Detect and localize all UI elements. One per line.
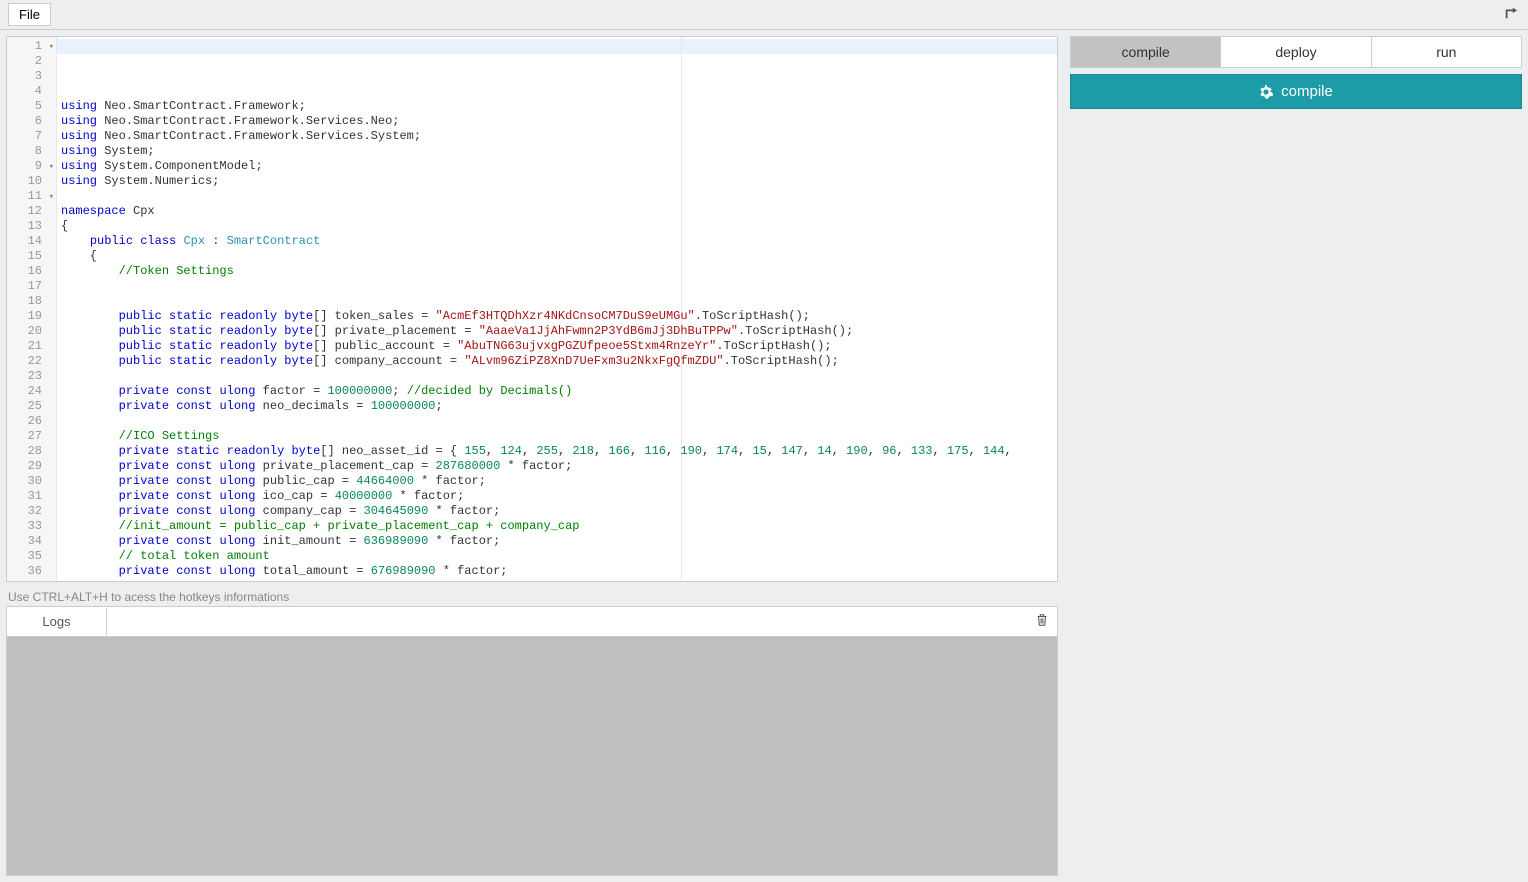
line-number: 24 [7, 384, 56, 399]
line-number: 25 [7, 399, 56, 414]
tab-compile[interactable]: compile [1070, 36, 1221, 68]
code-line[interactable]: private const ulong factor = 100000000; … [61, 384, 1053, 399]
line-number: 16 [7, 264, 56, 279]
code-line[interactable] [61, 189, 1053, 204]
fold-icon[interactable]: ▾ [49, 160, 54, 175]
code-line[interactable]: namespace Cpx [61, 204, 1053, 219]
share-icon[interactable] [1504, 6, 1518, 23]
code-line[interactable]: using System.Numerics; [61, 174, 1053, 189]
code-line[interactable]: using Neo.SmartContract.Framework.Servic… [61, 129, 1053, 144]
code-line[interactable]: private static readonly byte[] neo_asset… [61, 444, 1053, 459]
line-number: 19 [7, 309, 56, 324]
code-line[interactable]: private const ulong private_placement_ca… [61, 459, 1053, 474]
line-number: 21 [7, 339, 56, 354]
tab-deploy[interactable]: deploy [1221, 36, 1371, 68]
right-column: compile deploy run compile [1064, 30, 1528, 882]
code-line[interactable]: public static readonly byte[] public_acc… [61, 339, 1053, 354]
line-number: 22 [7, 354, 56, 369]
logs-panel: Logs [6, 606, 1058, 876]
code-line[interactable]: using System.ComponentModel; [61, 159, 1053, 174]
action-tabs: compile deploy run [1070, 36, 1522, 74]
code-line[interactable]: private const ulong neo_decimals = 10000… [61, 399, 1053, 414]
line-number: 23 [7, 369, 56, 384]
code-line[interactable] [61, 294, 1053, 309]
code-line[interactable]: { [61, 249, 1053, 264]
line-number: 28 [7, 444, 56, 459]
code-line[interactable]: // total token amount [61, 549, 1053, 564]
gear-icon [1259, 85, 1273, 99]
line-number: 30 [7, 474, 56, 489]
line-number: 14 [7, 234, 56, 249]
code-line[interactable]: public class Cpx : SmartContract [61, 234, 1053, 249]
line-number: 17 [7, 279, 56, 294]
compile-button[interactable]: compile [1070, 74, 1522, 109]
line-number: 32 [7, 504, 56, 519]
code-editor[interactable]: 1▾23456789▾1011▾121314151617181920212223… [6, 36, 1058, 582]
code-line[interactable] [61, 279, 1053, 294]
line-number: 20 [7, 324, 56, 339]
code-line[interactable] [61, 414, 1053, 429]
code-line[interactable]: public static readonly byte[] private_pl… [61, 324, 1053, 339]
line-number: 33 [7, 519, 56, 534]
hotkey-hint: Use CTRL+ALT+H to acess the hotkeys info… [0, 588, 1064, 606]
line-number: 26 [7, 414, 56, 429]
code-line[interactable]: public static readonly byte[] company_ac… [61, 354, 1053, 369]
code-line[interactable]: private const ulong company_cap = 304645… [61, 504, 1053, 519]
left-column: 1▾23456789▾1011▾121314151617181920212223… [0, 30, 1064, 882]
code-line[interactable]: private const ulong ico_cap = 40000000 *… [61, 489, 1053, 504]
line-number: 18 [7, 294, 56, 309]
line-number: 6 [7, 114, 56, 129]
active-line-highlight [57, 39, 1057, 54]
line-number: 35 [7, 549, 56, 564]
line-number: 5 [7, 99, 56, 114]
code-line[interactable]: using Neo.SmartContract.Framework; [61, 99, 1053, 114]
fold-icon[interactable]: ▾ [49, 40, 54, 55]
line-number: 31 [7, 489, 56, 504]
line-number: 36 [7, 564, 56, 579]
line-number: 3 [7, 69, 56, 84]
line-number: 11▾ [7, 189, 56, 204]
code-line[interactable]: //ICO Settings [61, 429, 1053, 444]
code-line[interactable] [61, 579, 1053, 581]
tab-run[interactable]: run [1372, 36, 1522, 68]
top-bar: File [0, 0, 1528, 30]
file-menu-button[interactable]: File [8, 3, 51, 26]
fold-icon[interactable]: ▾ [49, 190, 54, 205]
line-number: 7 [7, 129, 56, 144]
code-line[interactable]: //init_amount = public_cap + private_pla… [61, 519, 1053, 534]
line-number: 15 [7, 249, 56, 264]
line-number: 12 [7, 204, 56, 219]
line-number: 2 [7, 54, 56, 69]
editor-code[interactable]: using Neo.SmartContract.Framework;using … [57, 37, 1057, 581]
logs-tab[interactable]: Logs [7, 608, 107, 635]
code-line[interactable]: { [61, 219, 1053, 234]
line-number: 8 [7, 144, 56, 159]
code-line[interactable]: using Neo.SmartContract.Framework.Servic… [61, 114, 1053, 129]
code-line[interactable]: //Token Settings [61, 264, 1053, 279]
line-number: 13 [7, 219, 56, 234]
code-line[interactable]: using System; [61, 144, 1053, 159]
compile-button-label: compile [1281, 83, 1333, 100]
line-number: 1▾ [7, 39, 56, 54]
editor-gutter: 1▾23456789▾1011▾121314151617181920212223… [7, 37, 57, 581]
line-number: 29 [7, 459, 56, 474]
logs-output[interactable] [6, 636, 1058, 876]
code-line[interactable]: private const ulong init_amount = 636989… [61, 534, 1053, 549]
logs-tabs: Logs [6, 606, 1058, 636]
code-line[interactable]: private const ulong public_cap = 4466400… [61, 474, 1053, 489]
line-number: 27 [7, 429, 56, 444]
code-line[interactable]: public static readonly byte[] token_sale… [61, 309, 1053, 324]
code-line[interactable]: private const ulong total_amount = 67698… [61, 564, 1053, 579]
code-line[interactable] [61, 369, 1053, 384]
line-number: 4 [7, 84, 56, 99]
main-layout: 1▾23456789▾1011▾121314151617181920212223… [0, 30, 1528, 882]
line-number: 10 [7, 174, 56, 189]
line-number: 9▾ [7, 159, 56, 174]
clear-logs-icon[interactable] [1027, 613, 1057, 630]
line-number: 34 [7, 534, 56, 549]
